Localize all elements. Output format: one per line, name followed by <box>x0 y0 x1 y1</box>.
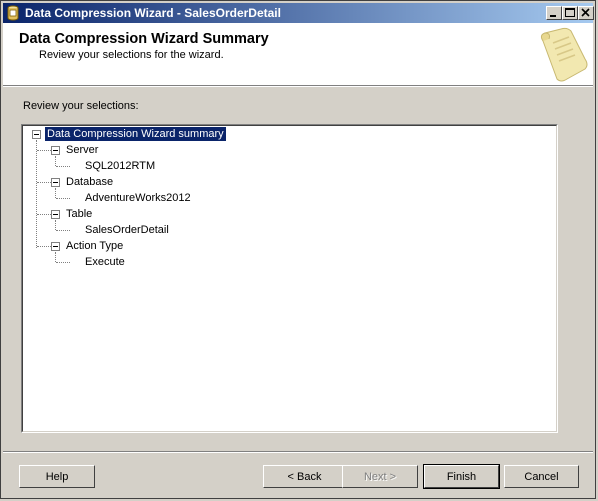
tree-line <box>37 214 51 215</box>
page-title: Data Compression Wizard Summary <box>19 31 269 47</box>
page-subtitle: Review your selections for the wizard. <box>39 49 224 61</box>
maximize-button[interactable] <box>562 6 578 20</box>
wizard-window: Data Compression Wizard - SalesOrderDeta… <box>0 0 596 499</box>
tree-line <box>56 262 70 263</box>
summary-tree[interactable]: Data Compression Wizard summary Server S… <box>21 124 558 433</box>
tree-leaf-server[interactable]: SQL2012RTM <box>85 159 155 173</box>
tree-node-table[interactable]: Table <box>66 207 92 221</box>
close-icon <box>581 8 590 17</box>
tree-node-server[interactable]: Server <box>66 143 98 157</box>
root-collapse-icon[interactable] <box>32 130 41 139</box>
footer-divider <box>3 451 593 453</box>
tree-node-database[interactable]: Database <box>66 175 113 189</box>
tree-leaf-action-type[interactable]: Execute <box>85 255 125 269</box>
minimize-icon <box>550 15 556 17</box>
window-title: Data Compression Wizard - SalesOrderDeta… <box>25 6 281 20</box>
finish-button[interactable]: Finish <box>423 464 500 489</box>
minimize-button[interactable] <box>546 6 562 20</box>
tree-line <box>37 182 51 183</box>
title-bar[interactable]: Data Compression Wizard - SalesOrderDeta… <box>3 3 594 23</box>
tree-line <box>56 230 70 231</box>
tree-line <box>37 246 51 247</box>
tree-line <box>36 140 37 248</box>
server-collapse-icon[interactable] <box>51 146 60 155</box>
tree-node-action-type[interactable]: Action Type <box>66 239 123 253</box>
tree-line <box>55 252 56 262</box>
tree-line <box>56 198 70 199</box>
maximize-icon <box>565 8 575 17</box>
action-type-collapse-icon[interactable] <box>51 242 60 251</box>
back-button[interactable]: < Back <box>263 465 346 488</box>
table-collapse-icon[interactable] <box>51 210 60 219</box>
tree-line <box>37 150 51 151</box>
database-collapse-icon[interactable] <box>51 178 60 187</box>
cancel-button[interactable]: Cancel <box>504 465 579 488</box>
help-button[interactable]: Help <box>19 465 95 488</box>
close-button[interactable] <box>578 6 594 20</box>
tree-root[interactable]: Data Compression Wizard summary <box>45 127 226 141</box>
tree-line <box>55 220 56 230</box>
tree-line <box>56 166 70 167</box>
header-divider <box>3 86 593 87</box>
review-label: Review your selections: <box>23 100 139 112</box>
tree-line <box>55 156 56 166</box>
scroll-icon <box>540 27 588 82</box>
tree-leaf-database[interactable]: AdventureWorks2012 <box>85 191 191 205</box>
wizard-header: Data Compression Wizard Summary Review y… <box>3 23 593 86</box>
database-icon <box>7 5 19 21</box>
tree-line <box>55 188 56 198</box>
tree-leaf-table[interactable]: SalesOrderDetail <box>85 223 169 237</box>
next-button[interactable]: Next > <box>342 465 418 488</box>
